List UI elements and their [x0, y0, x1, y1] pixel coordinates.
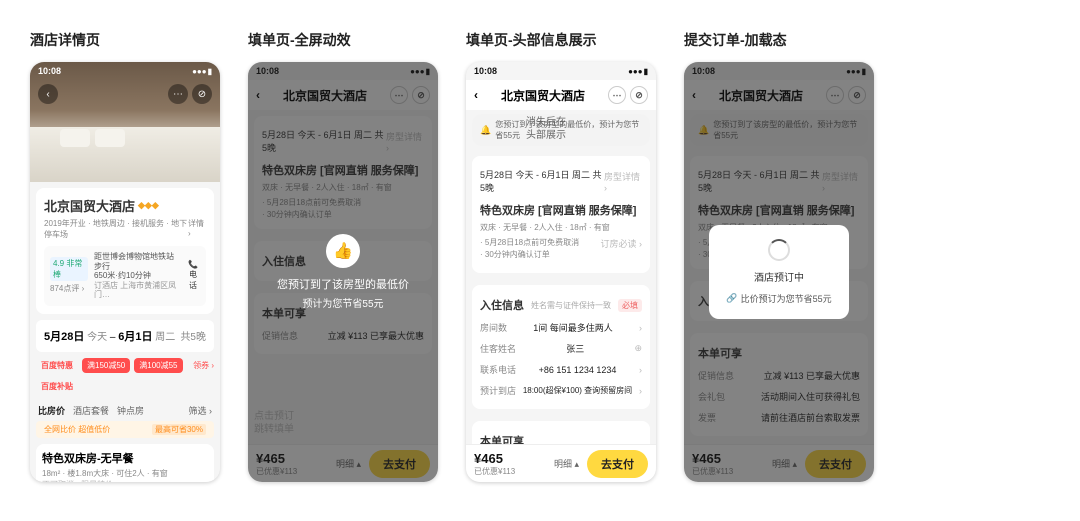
loading-subtext: 比价预订为您节省55元 — [726, 292, 831, 305]
col3-title: 填单页-头部信息展示 — [466, 30, 597, 50]
benefit-title: 本单可享 — [480, 433, 524, 444]
nights-label: 共5晚 — [180, 328, 206, 343]
room1-title: 特色双床房-无早餐 — [42, 450, 208, 466]
connector-b: 消失后在 头部展示 — [526, 116, 566, 142]
hotel-name: 北京国贸大酒店 — [44, 196, 135, 215]
status-bar: 10:08●●●▮ — [248, 62, 438, 80]
loading-popup: 酒店预订中 比价预订为您节省55元 — [709, 225, 849, 319]
date-line: 5月28日 今天 - 6月1日 周二 共5晚 — [480, 168, 604, 194]
promo-chip[interactable]: 满100减55 — [134, 358, 182, 373]
loading-screen: 10:08●●●▮ ‹北京国贸大酒店⋯⊘ 🔔您预订到了该房型的最低价，预计为您节… — [684, 62, 874, 482]
benefit-section: 本单可享 促销信息立减 ¥113 已享最大优惠› 会礼包活动期间入住可获得礼包›… — [472, 421, 650, 444]
room-card-1[interactable]: 特色双床房-无早餐 18m² · 楼1.8m大床 · 可住2人 · 有窗 不可取… — [36, 444, 214, 482]
phone-button[interactable]: 📞电话 — [186, 260, 200, 291]
arrive-value[interactable]: 18:00(超保¥100) 查询预留房间 — [523, 385, 632, 396]
promo-label-1: 百度特惠 — [36, 358, 78, 373]
filter-link[interactable]: 筛选 › — [189, 404, 213, 417]
coupon-link[interactable]: 领券 › — [193, 360, 214, 371]
total-price: ¥465 — [474, 451, 515, 466]
col4-title: 提交订单-加载态 — [684, 30, 787, 50]
room-detail-link[interactable]: 房型详情 › — [604, 170, 642, 193]
checkin-section: 入住信息姓名需与证件保持一致必填 房间数1间 每间最多住两人› 住客姓名张三⊕ … — [472, 285, 650, 409]
loc-line1: 距世博会博物馆地铁站步行 — [94, 252, 180, 271]
footer-bar: ¥465已优惠¥113 明细 ▴ 去支付 — [466, 444, 656, 482]
toast-line2: 预计为您节省55元 — [302, 295, 383, 310]
review-count[interactable]: 874点评 › — [50, 283, 88, 294]
status-icons: ●●●▮ — [192, 67, 212, 76]
bell-icon: 🔔 — [480, 125, 491, 136]
spinner-icon — [768, 239, 790, 261]
booking-info-section: 5月28日 今天 - 6月1日 周二 共5晚房型详情 › 特色双床房 [官网直销… — [472, 156, 650, 273]
hotel-detail-screen: 10:08 ●●●▮ ‹ ⋯ ⊘ 北京国贸大酒店◆◆◆ 2019年开业 · 地铁… — [30, 62, 220, 482]
detail-link[interactable]: 详情 › — [188, 218, 206, 240]
room1-sub: 18m² · 楼1.8m大床 · 可住2人 · 有窗 — [42, 468, 208, 479]
add-guest-icon[interactable]: ⊕ — [634, 343, 642, 354]
thumbs-up-icon: 👍 — [326, 234, 360, 268]
rating-badge: 4.9 非常棒 — [50, 257, 88, 281]
hotel-subinfo: 2019年开业 · 地铁周边 · 接机服务 · 地下停车场 — [44, 218, 188, 240]
pay-button[interactable]: 去支付 — [587, 450, 648, 478]
promo-row: 百度特惠 满150减50 满100减55 领券 › — [30, 352, 220, 379]
share-icon[interactable]: ⋯ — [168, 84, 188, 104]
promo-chip[interactable]: 满150减50 — [82, 358, 130, 373]
close-icon[interactable]: ⊘ — [412, 86, 430, 104]
room-name: 特色双床房 [官网直销 服务保障] — [480, 202, 636, 218]
tab-hourly[interactable]: 钟点房 — [117, 404, 144, 417]
loc-line3: 订酒店 上海市黄浦区凤门… — [94, 281, 180, 300]
promo-label-2: 百度补贴 — [36, 379, 78, 394]
date-row[interactable]: 5月28日 今天 – 6月1日 周二 共5晚 — [36, 320, 214, 352]
page-title: 北京国贸大酒店 — [260, 87, 390, 104]
tab-package[interactable]: 酒店套餐 — [73, 404, 109, 417]
price-hint: 全网比价 超值低价最高可省30% — [36, 421, 214, 438]
back-icon[interactable]: ‹ — [38, 84, 58, 104]
rooms-value[interactable]: 1间 每间最多住两人 — [533, 321, 613, 334]
phone-input[interactable]: +86 151 1234 1234 — [539, 365, 617, 375]
more-icon[interactable]: ⋯ — [390, 86, 408, 104]
diamond-icon: ◆◆◆ — [138, 200, 159, 211]
col1-title: 酒店详情页 — [30, 30, 100, 50]
col2-title: 填单页-全屏动效 — [248, 30, 351, 50]
booking-notes-link[interactable]: 订房必读 › — [601, 237, 643, 250]
close-icon[interactable]: ⊘ — [192, 84, 212, 104]
status-time: 10:08 — [38, 66, 61, 76]
toast-line1: 您预订到了该房型的最低价 — [277, 276, 409, 292]
hotel-header-card: 北京国贸大酒店◆◆◆ 2019年开业 · 地铁周边 · 接机服务 · 地下停车场… — [36, 188, 214, 314]
pay-button[interactable]: 去支付 — [369, 450, 430, 478]
detail-toggle[interactable]: 明细 ▴ — [336, 457, 361, 470]
loading-text: 酒店预订中 — [754, 269, 804, 284]
more-icon[interactable]: ⋯ — [608, 86, 626, 104]
loc-line2: 650米·约10分钟 — [94, 271, 180, 281]
connector-a: 点击预订 跳转填单 — [254, 410, 294, 436]
room-tabs: 比房价 酒店套餐 钟点房 筛选 › — [30, 400, 220, 421]
guest-input[interactable]: 张三 — [566, 342, 584, 355]
hero-image: ‹ ⋯ ⊘ — [30, 62, 220, 182]
total-price: ¥465 — [256, 451, 297, 466]
checkin-title: 入住信息 — [480, 297, 524, 313]
page-title: 北京国贸大酒店 — [478, 87, 608, 104]
tab-compare[interactable]: 比房价 — [38, 404, 65, 417]
required-badge: 必填 — [618, 299, 642, 312]
status-bar: 10:08 ●●●▮ — [30, 62, 220, 80]
status-bar: 10:08●●●▮ — [684, 62, 874, 80]
status-bar: 10:08●●●▮ — [466, 62, 656, 80]
detail-toggle[interactable]: 明细 ▴ — [554, 457, 579, 470]
toast-overlay: 👍 您预订到了该房型的最低价 预计为您节省55元 — [273, 234, 413, 310]
close-icon[interactable]: ⊘ — [630, 86, 648, 104]
